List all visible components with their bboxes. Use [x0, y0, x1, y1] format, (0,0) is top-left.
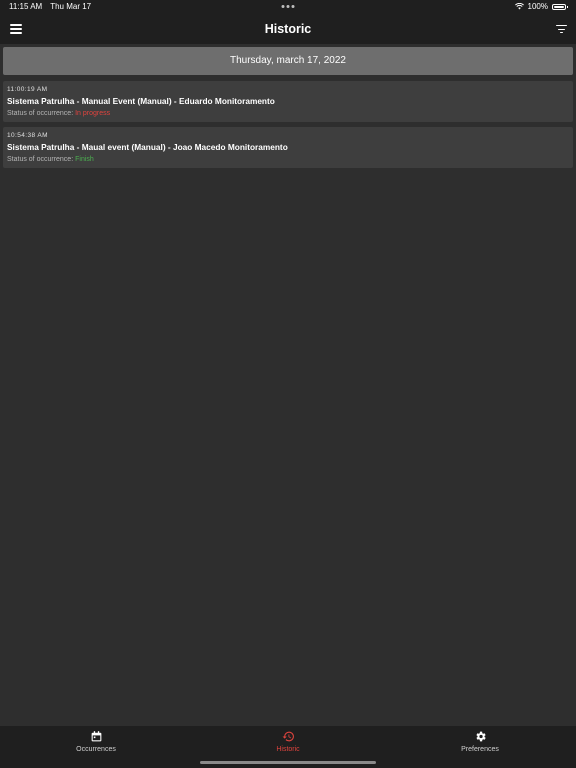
- screen: 11:15 AM Thu Mar 17 100% Historic Thursd…: [0, 0, 576, 768]
- history-icon: [282, 731, 294, 742]
- status-label: Status of occurrence:: [7, 156, 74, 163]
- tab-bar: Occurrences Historic Preferences: [0, 726, 576, 768]
- status-value: In progress: [75, 110, 111, 117]
- list-item[interactable]: 10:54:38 AM Sistema Patrulha - Maual eve…: [3, 127, 573, 168]
- wifi-icon: [514, 3, 524, 10]
- tab-preferences[interactable]: Preferences: [430, 730, 530, 753]
- status-value: Finish: [75, 156, 94, 163]
- filter-icon: [556, 25, 567, 27]
- tab-label: Preferences: [461, 746, 499, 753]
- tab-label: Historic: [276, 746, 300, 753]
- battery-percent: 100%: [527, 2, 548, 11]
- tab-occurrences[interactable]: Occurrences: [46, 730, 146, 753]
- list-item[interactable]: 11:00:19 AM Sistema Patrulha - Manual Ev…: [3, 81, 573, 122]
- occurrence-title: Sistema Patrulha - Manual Event (Manual)…: [7, 96, 275, 106]
- status-label: Status of occurrence:: [7, 110, 74, 117]
- status-date: Thu Mar 17: [50, 2, 92, 11]
- occurrence-time: 10:54:38 AM: [7, 132, 48, 139]
- tab-historic[interactable]: Historic: [238, 730, 338, 753]
- occurrence-list: 11:00:19 AM Sistema Patrulha - Manual Ev…: [3, 81, 573, 173]
- occurrence-status: Status of occurrence: In progress: [7, 110, 110, 117]
- occurrence-time: 11:00:19 AM: [7, 86, 48, 93]
- status-left: 11:15 AM Thu Mar 17: [9, 2, 91, 11]
- multitasking-dots-icon[interactable]: [281, 5, 295, 8]
- date-section-header: Thursday, march 17, 2022: [3, 47, 573, 75]
- calendar-icon: [91, 731, 101, 742]
- occurrence-title: Sistema Patrulha - Maual event (Manual) …: [7, 142, 288, 152]
- gear-icon: [475, 731, 486, 742]
- navigation-header: Historic: [0, 14, 576, 44]
- filter-button[interactable]: [556, 25, 567, 34]
- status-bar: 11:15 AM Thu Mar 17 100%: [0, 0, 576, 14]
- status-time: 11:15 AM: [9, 2, 43, 11]
- status-right: 100%: [514, 2, 568, 11]
- home-indicator[interactable]: [200, 761, 376, 764]
- battery-icon: [552, 3, 568, 10]
- page-title: Historic: [264, 22, 312, 36]
- tab-label: Occurrences: [76, 746, 116, 753]
- occurrence-status: Status of occurrence: Finish: [7, 156, 94, 163]
